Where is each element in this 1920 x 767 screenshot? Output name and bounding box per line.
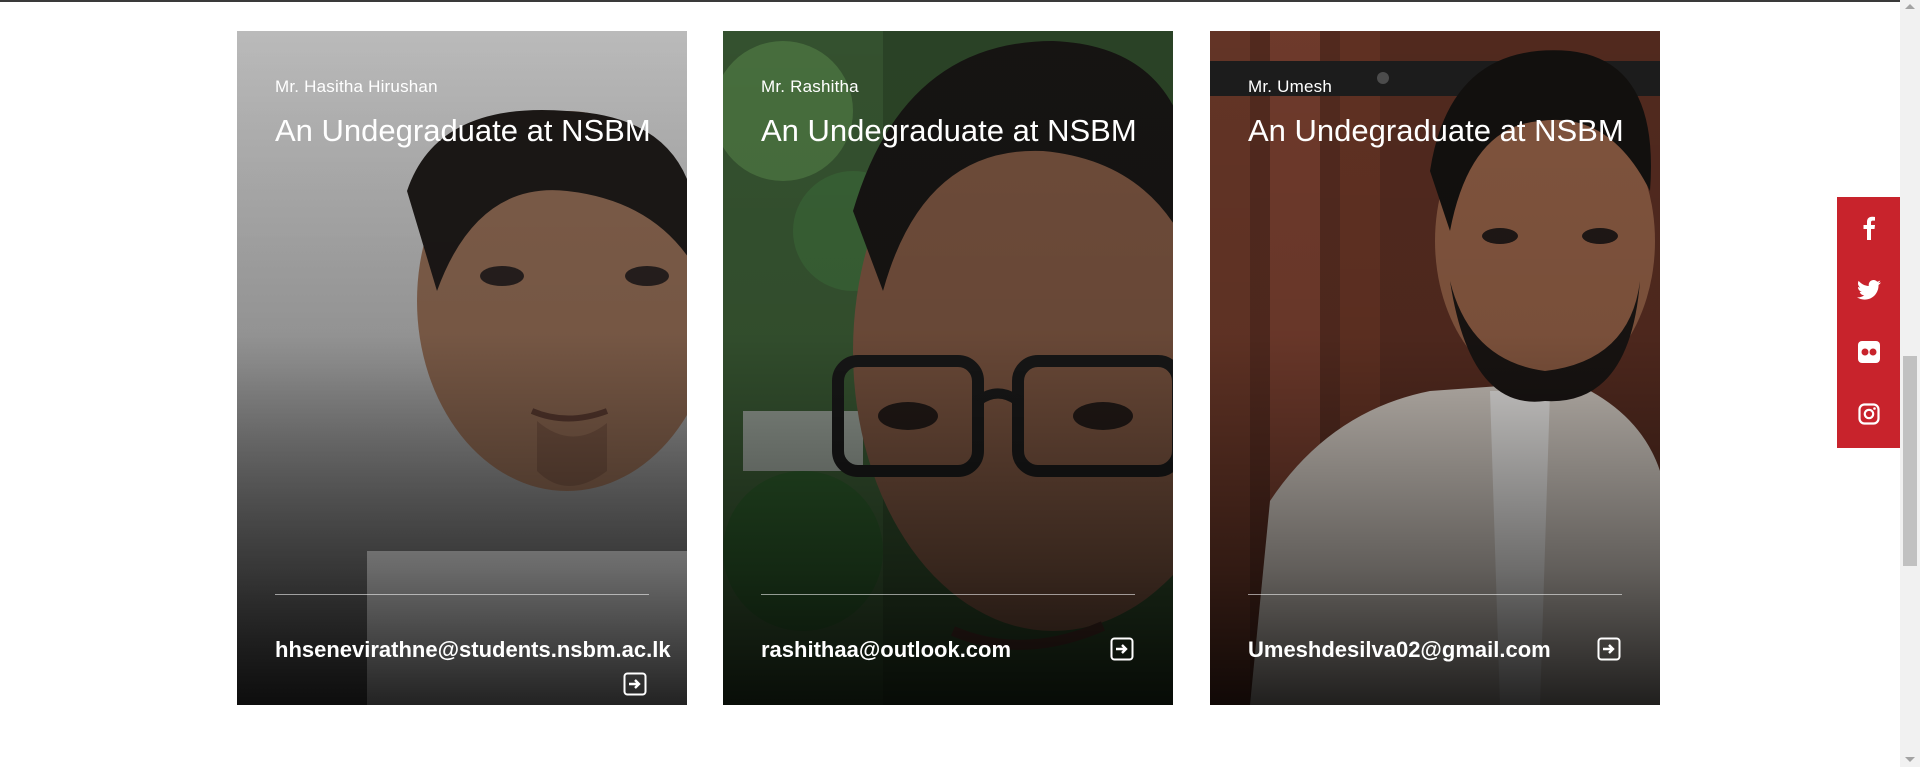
scrollbar-thumb[interactable]: [1903, 356, 1917, 566]
flickr-icon[interactable]: [1837, 321, 1900, 383]
divider: [761, 594, 1135, 595]
member-role: An Undegraduate at NSBM: [761, 113, 1137, 148]
member-name: Mr. Rashitha: [761, 77, 859, 96]
facebook-icon[interactable]: [1837, 197, 1900, 259]
divider: [275, 594, 649, 595]
top-border: [0, 0, 1900, 2]
twitter-icon[interactable]: [1837, 259, 1900, 321]
social-sidebar: [1837, 197, 1900, 448]
member-name: Mr. Hasitha Hirushan: [275, 77, 438, 96]
member-email-link[interactable]: Umeshdesilva02@gmail.com: [1248, 637, 1551, 663]
arrow-right-box-icon[interactable]: [623, 672, 647, 696]
scroll-up-arrow-icon[interactable]: [1905, 4, 1915, 9]
instagram-icon[interactable]: [1837, 383, 1900, 445]
member-email-link[interactable]: hhsenevirathne@students.nsbm.ac.lk: [275, 637, 671, 663]
team-card-rashitha[interactable]: Mr. Rashitha An Undegraduate at NSBM ras…: [723, 31, 1173, 705]
divider: [1248, 594, 1622, 595]
arrow-right-box-icon[interactable]: [1597, 637, 1621, 661]
arrow-right-box-icon[interactable]: [1110, 637, 1134, 661]
member-email-link[interactable]: rashithaa@outlook.com: [761, 637, 1011, 663]
team-card-hasitha[interactable]: Mr. Hasitha Hirushan An Undegraduate at …: [237, 31, 687, 705]
member-role: An Undegraduate at NSBM: [1248, 113, 1624, 148]
team-card-umesh[interactable]: Mr. Umesh An Undegraduate at NSBM Umeshd…: [1210, 31, 1660, 705]
member-name: Mr. Umesh: [1248, 77, 1332, 96]
member-role: An Undegraduate at NSBM: [275, 113, 651, 148]
scroll-down-arrow-icon[interactable]: [1905, 757, 1915, 762]
